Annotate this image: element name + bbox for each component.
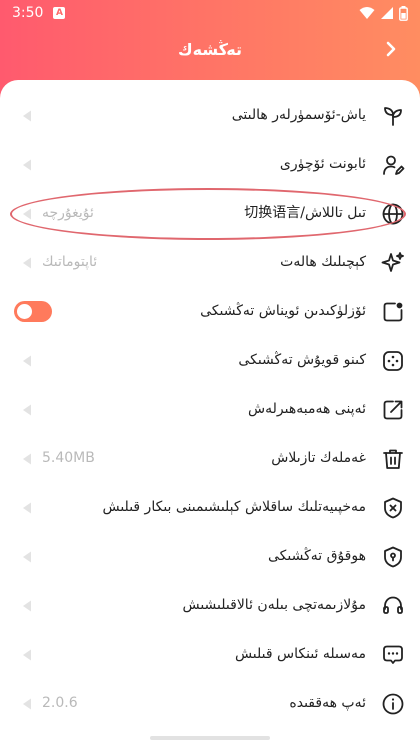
battery-icon <box>399 5 408 21</box>
row-label: كىنو قويۇش تەڭشىكى <box>238 352 366 368</box>
settings-row-permissions[interactable]: ھوقۇق تەڭشىكى <box>0 532 420 581</box>
chevron-left-icon <box>23 404 31 416</box>
chevron-left-icon <box>23 355 31 367</box>
user-edit-icon <box>380 152 406 178</box>
globe-icon <box>380 201 406 227</box>
gamepad-icon <box>380 348 406 374</box>
row-label: مۇلازىمەتچى بىلەن ئالاقىلىشىش <box>182 597 366 613</box>
row-label: ئەپ ھەققىدە <box>289 695 366 711</box>
share-arrow-icon <box>380 397 406 423</box>
settings-row-language[interactable]: ئۇيغۇرچە تىل تاللاش/切换语言 <box>0 189 420 238</box>
row-label: ياش-ئۆسمۈرلەر ھالىتى <box>231 107 366 123</box>
gesture-nav-bar[interactable] <box>150 736 270 740</box>
settings-row-share-app[interactable]: ئەپنى ھەمبەھىرلەش <box>0 385 420 434</box>
info-icon <box>380 691 406 717</box>
sparkle-icon <box>380 250 406 276</box>
chevron-left-icon <box>23 551 31 563</box>
row-label: مەسىلە ئىنكاس قىلىش <box>234 646 366 662</box>
row-value-language: ئۇيغۇرچە <box>42 205 94 221</box>
status-time: 3:50 <box>12 5 44 21</box>
chevron-left-icon <box>23 208 31 220</box>
chevron-left-icon <box>23 159 31 171</box>
square-dot-icon <box>380 299 406 325</box>
shield-keyhole-icon <box>380 544 406 570</box>
toggle-knob <box>17 304 32 319</box>
row-value-version: 2.0.6 <box>42 695 78 711</box>
notification-a-icon: A <box>53 7 66 19</box>
status-icons <box>359 5 408 21</box>
row-label: مەخپىيەتلىك ساقلاش كېلىشىمىنى بىكار قىلى… <box>102 499 366 515</box>
page-title: تەڭشەك <box>178 39 242 59</box>
settings-row-night-mode[interactable]: ئاپتوماتىك كېچىلىك ھالەت <box>0 238 420 287</box>
settings-row-revoke-privacy[interactable]: مەخپىيەتلىك ساقلاش كېلىشىمىنى بىكار قىلى… <box>0 483 420 532</box>
settings-row-feedback[interactable]: مەسىلە ئىنكاس قىلىش <box>0 630 420 679</box>
wifi-icon <box>359 7 375 19</box>
row-label: غەملەك تازىلاش <box>271 450 366 466</box>
back-button[interactable] <box>378 36 404 62</box>
trash-icon <box>380 446 406 472</box>
row-label: تىل تاللاش/切换语言 <box>244 205 366 221</box>
chevron-left-icon <box>23 257 31 269</box>
settings-row-about[interactable]: 2.0.6 ئەپ ھەققىدە <box>0 679 420 728</box>
chevron-left-icon <box>23 649 31 661</box>
row-label: ھوقۇق تەڭشىكى <box>267 548 366 564</box>
headset-icon <box>380 593 406 619</box>
chat-dots-icon <box>380 642 406 668</box>
signal-icon <box>381 7 393 19</box>
sprout-icon <box>380 103 406 129</box>
settings-row-account-delete[interactable]: ئابونت ئۆچۈرى <box>0 140 420 189</box>
chevron-right-icon <box>386 41 396 57</box>
settings-row-clear-cache[interactable]: 5.40MB غەملەك تازىلاش <box>0 434 420 483</box>
chevron-left-icon <box>23 110 31 122</box>
title-bar: تەڭشەك <box>0 26 420 72</box>
settings-row-teen-mode[interactable]: ياش-ئۆسمۈرلەر ھالىتى <box>0 91 420 140</box>
status-bar: 3:50 A <box>0 0 420 26</box>
settings-row-movie-play[interactable]: كىنو قويۇش تەڭشىكى <box>0 336 420 385</box>
chevron-left-icon <box>23 502 31 514</box>
row-value-night-mode: ئاپتوماتىك <box>42 254 98 270</box>
row-value-cache-size: 5.40MB <box>42 450 95 466</box>
chevron-left-icon <box>23 453 31 465</box>
settings-row-autoplay[interactable]: ئۆزلۈكىدىن ئويناش تەڭشىكى <box>0 287 420 336</box>
row-label: كېچىلىك ھالەت <box>280 254 366 270</box>
settings-row-contact-support[interactable]: مۇلازىمەتچى بىلەن ئالاقىلىشىش <box>0 581 420 630</box>
autoplay-toggle[interactable] <box>14 301 52 322</box>
chevron-left-icon <box>23 698 31 710</box>
row-label: ئابونت ئۆچۈرى <box>279 156 366 172</box>
chevron-left-icon <box>23 600 31 612</box>
row-label: ئەپنى ھەمبەھىرلەش <box>248 401 366 417</box>
shield-x-icon <box>380 495 406 521</box>
row-label: ئۆزلۈكىدىن ئويناش تەڭشىكى <box>200 303 366 319</box>
